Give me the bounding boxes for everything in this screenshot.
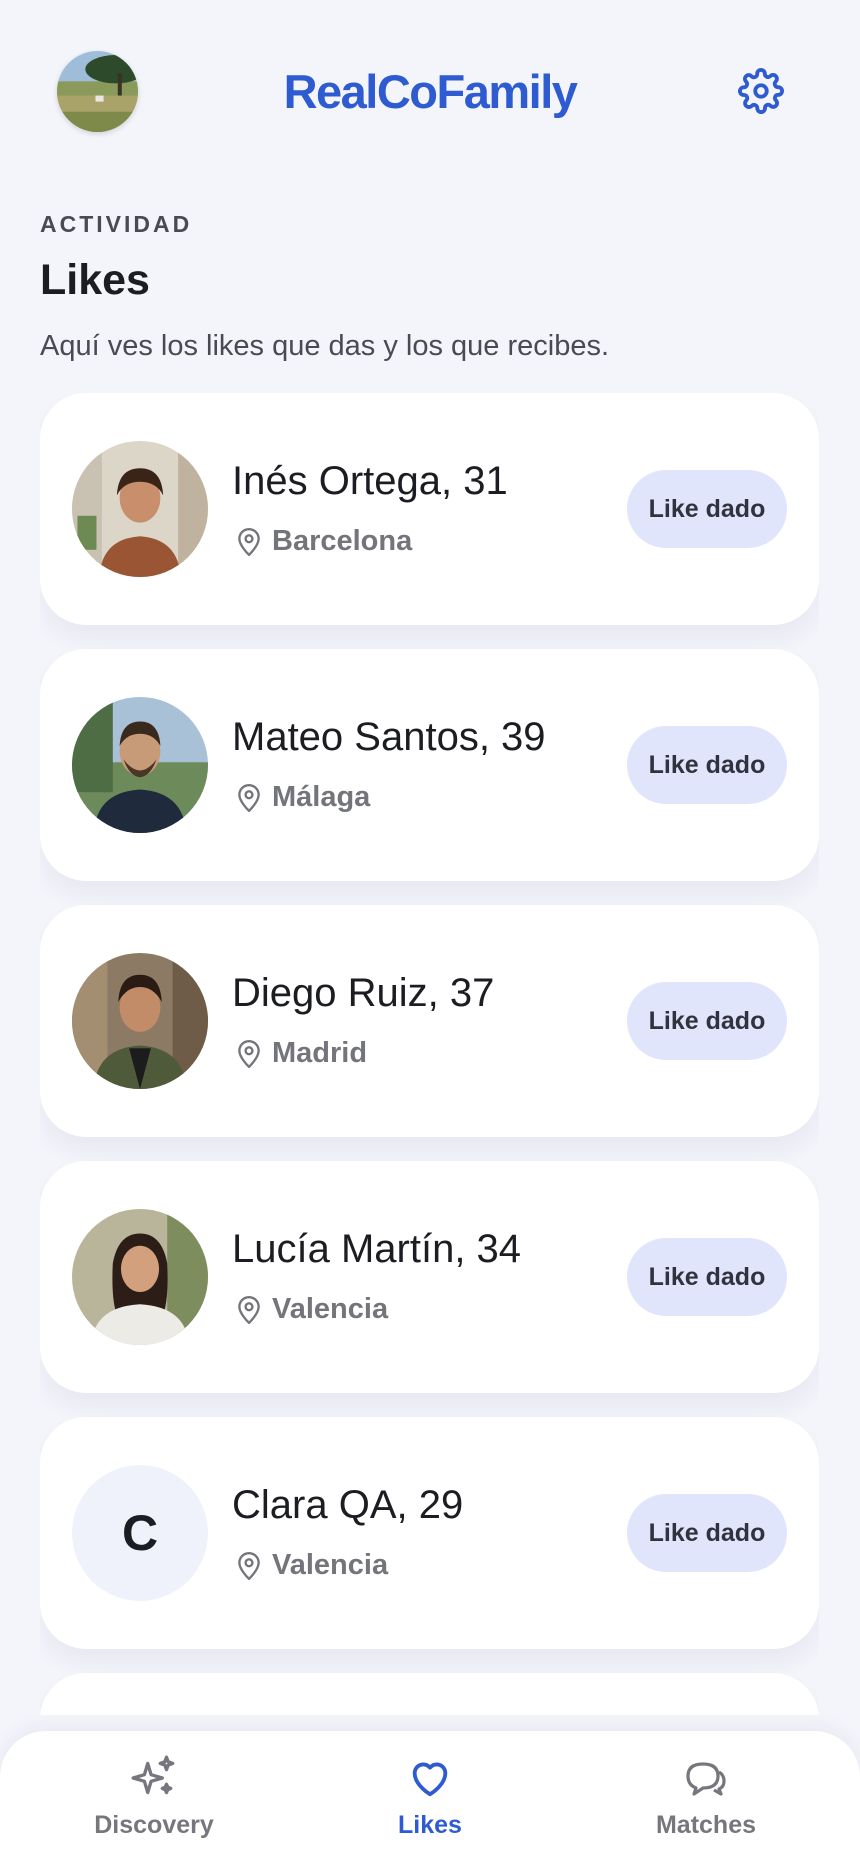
settings-button[interactable] (736, 66, 786, 116)
app-logo-title: RealCoFamily (283, 65, 578, 118)
like-card[interactable]: Diego Ruiz, 37 Madrid Like dado (40, 905, 819, 1137)
profile-name: Lucía Martín, 34 (232, 1227, 522, 1271)
profile-avatar (72, 697, 208, 833)
profile-avatar (72, 1209, 208, 1345)
like-card[interactable]: C Clara QA, 29 Valencia Like dado (40, 1417, 819, 1649)
app-header: RealCoFamily (0, 0, 860, 180)
location-label: Valencia (272, 1549, 389, 1581)
nav-label: Matches (655, 1811, 757, 1839)
page-subtitle: Aquí ves los likes que das y los que rec… (40, 330, 610, 362)
profile-location: Madrid (236, 1037, 367, 1070)
like-card-partial[interactable] (40, 1673, 819, 1715)
profile-avatar (72, 441, 208, 577)
map-pin-icon (238, 1039, 260, 1068)
profile-name: Diego Ruiz, 37 (232, 971, 495, 1015)
like-status-button[interactable]: Like dado (627, 726, 787, 804)
like-card[interactable]: Lucía Martín, 34 Valencia Like dado (40, 1161, 819, 1393)
map-pin-icon (238, 1551, 260, 1580)
map-pin-icon (238, 1295, 260, 1324)
profile-name: Inés Ortega, 31 (232, 459, 508, 503)
location-label: Madrid (272, 1037, 368, 1069)
map-pin-icon (238, 783, 260, 812)
profile-photo (72, 1209, 208, 1345)
heart-icon (412, 1762, 448, 1797)
profile-location: Barcelona (236, 525, 412, 558)
page-title: Likes (40, 256, 150, 304)
chat-bubbles-icon (686, 1762, 726, 1796)
location-label: Málaga (272, 781, 371, 813)
profile-location: Valencia (236, 1549, 388, 1582)
like-status-button[interactable]: Like dado (627, 1494, 787, 1572)
like-status-button[interactable]: Like dado (627, 1238, 787, 1316)
location-label: Valencia (272, 1293, 389, 1325)
profile-avatar (72, 953, 208, 1089)
nav-item-discovery[interactable]: Discovery (44, 1751, 264, 1851)
profile-location: Valencia (236, 1293, 388, 1326)
gear-icon (738, 68, 784, 114)
avatar-initial: C (72, 1465, 208, 1601)
profile-location: Málaga (236, 781, 370, 814)
likes-list: Inés Ortega, 31 Barcelona Like dado Mate… (40, 393, 819, 1715)
map-pin-icon (238, 527, 260, 556)
section-eyebrow: ACTIVIDAD (40, 211, 193, 237)
nav-item-likes[interactable]: Likes (320, 1751, 540, 1851)
like-card[interactable]: Mateo Santos, 39 Málaga Like dado (40, 649, 819, 881)
like-card[interactable]: Inés Ortega, 31 Barcelona Like dado (40, 393, 819, 625)
bottom-navigation: Discovery Likes Matches (0, 1731, 860, 1864)
profile-photo (72, 953, 208, 1089)
profile-name: Mateo Santos, 39 (232, 715, 546, 759)
nav-item-matches[interactable]: Matches (596, 1751, 816, 1851)
like-status-button[interactable]: Like dado (627, 982, 787, 1060)
nav-label: Likes (398, 1811, 462, 1839)
profile-name: Clara QA, 29 (232, 1483, 464, 1527)
profile-photo (72, 697, 208, 833)
like-status-button[interactable]: Like dado (627, 470, 787, 548)
profile-photo (72, 441, 208, 577)
profile-avatar: C (72, 1465, 208, 1601)
sparkles-icon (131, 1755, 175, 1795)
location-label: Barcelona (272, 525, 413, 557)
nav-label: Discovery (94, 1811, 214, 1839)
